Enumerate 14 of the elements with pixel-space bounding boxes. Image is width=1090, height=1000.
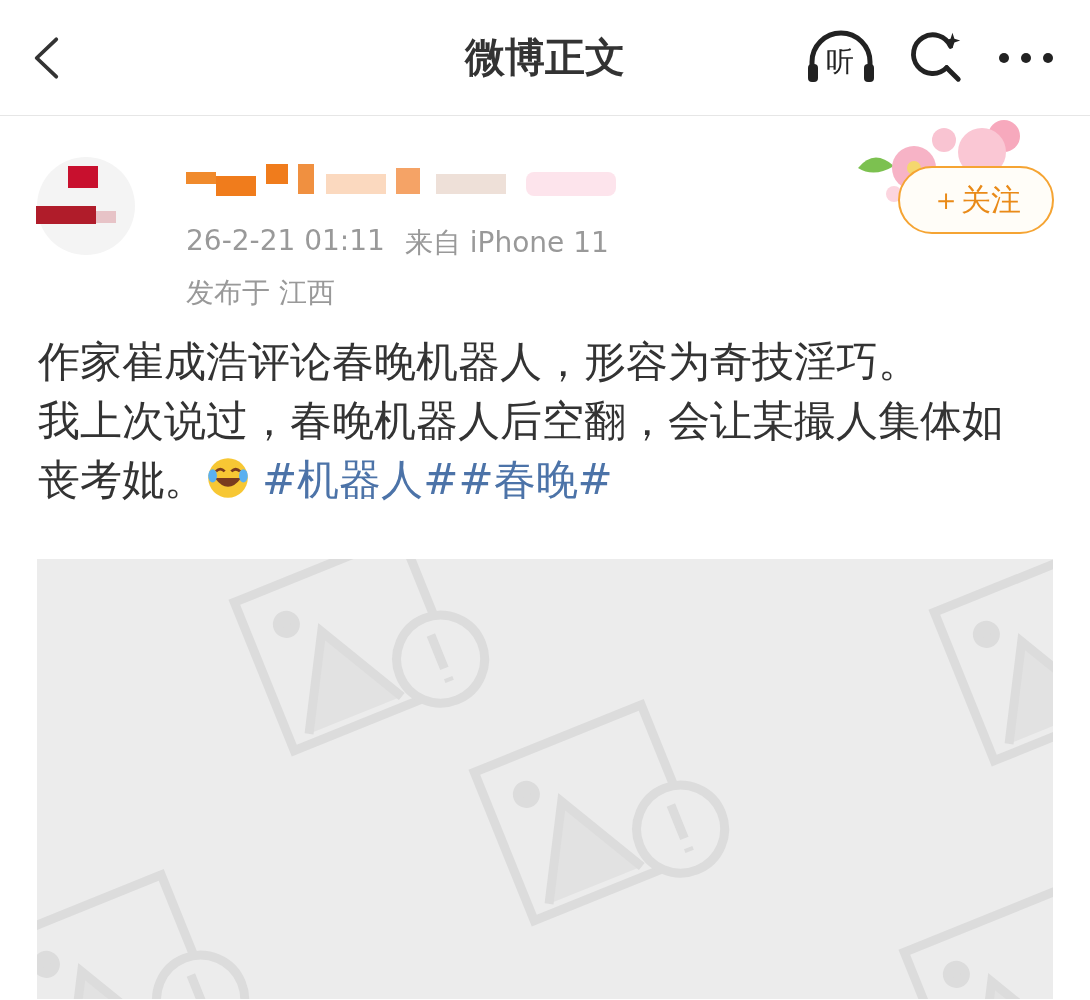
topic-link[interactable]: #机器人# [262,455,459,504]
post-location: 发布于 江西 [186,275,336,311]
back-icon[interactable] [32,34,60,81]
post-source: 来自 iPhone 11 [404,225,609,261]
post-time: 26-2-21 01:11 [186,224,385,259]
topic-link[interactable]: #春晚# [458,455,613,504]
post-text: 作家崔成浩评论春晚机器人，形容为奇技淫巧。 [38,336,921,388]
laughing-emoji-icon [206,456,250,500]
more-icon[interactable] [998,51,1054,64]
avatar[interactable] [36,156,136,256]
listen-button[interactable]: 听 [806,29,876,86]
post-text: 我上次说过，春晚机器人后空翻，会让某撮人集体如丧考妣。 #机器人##春晚# [38,395,1005,506]
follow-button[interactable]: ＋关注 [898,166,1054,234]
page-title: 微博正文 [465,33,625,82]
